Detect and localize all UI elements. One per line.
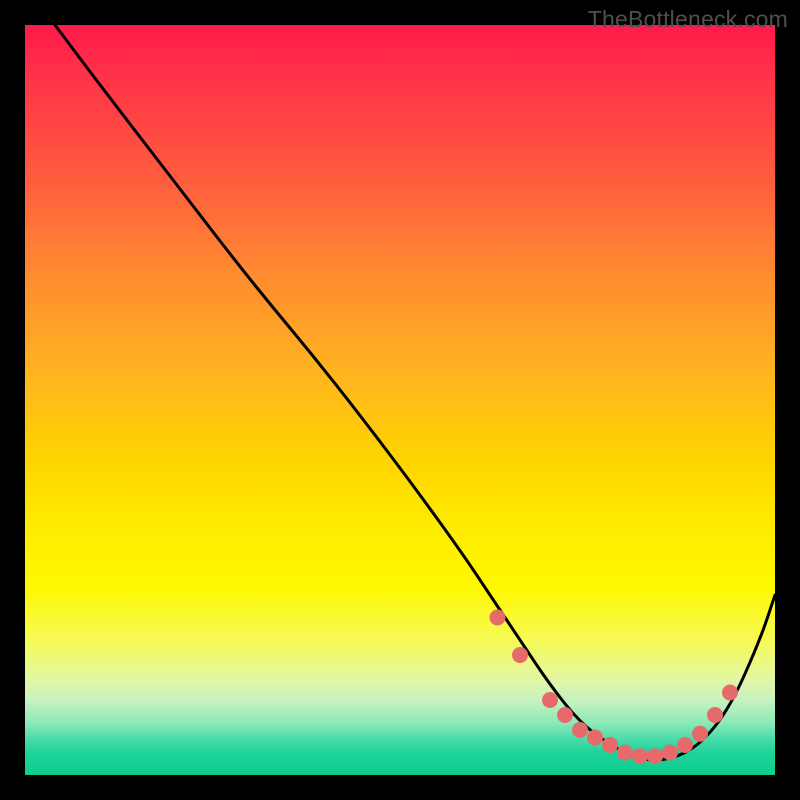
- highlight-dot: [662, 745, 678, 761]
- highlight-dot: [572, 722, 588, 738]
- highlight-dot: [542, 692, 558, 708]
- highlight-dot: [512, 647, 528, 663]
- highlight-dot: [490, 610, 506, 626]
- highlight-dot: [647, 748, 663, 764]
- highlight-dot: [707, 707, 723, 723]
- watermark-text: TheBottleneck.com: [588, 6, 788, 33]
- highlight-dot: [677, 737, 693, 753]
- bottleneck-curve: [55, 25, 775, 760]
- highlight-dot: [632, 748, 648, 764]
- curve-layer: [25, 25, 775, 775]
- highlight-dot: [692, 726, 708, 742]
- highlight-dot: [617, 745, 633, 761]
- highlight-dot: [722, 685, 738, 701]
- chart-frame: TheBottleneck.com: [0, 0, 800, 800]
- highlight-dot: [587, 730, 603, 746]
- plot-area: [25, 25, 775, 775]
- highlight-dot: [557, 707, 573, 723]
- highlight-dot: [602, 737, 618, 753]
- highlight-dots: [490, 610, 739, 765]
